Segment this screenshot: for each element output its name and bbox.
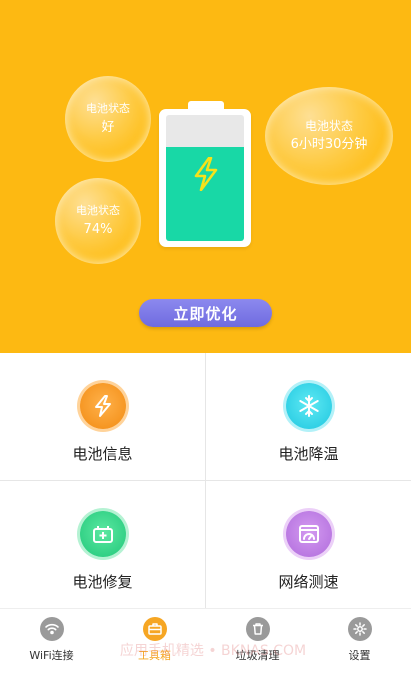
nav-item-toolbox[interactable]: 工具箱: [103, 617, 206, 669]
battery-percent-value: 74%: [83, 221, 113, 237]
optimize-now-button[interactable]: 立即优化: [139, 299, 272, 327]
speed-test-icon: [285, 511, 332, 557]
lightning-bolt-icon: [194, 157, 218, 191]
settings-icon: [347, 617, 372, 641]
tile-network-speed-test[interactable]: 网络测速: [206, 481, 411, 608]
tile-battery-info[interactable]: 电池信息: [0, 353, 205, 480]
nav-item-cleanup[interactable]: 垃圾清理: [206, 617, 309, 669]
battery-info-icon: [79, 383, 126, 429]
nav-label: 设置: [348, 649, 371, 662]
battery-empty-area: [166, 115, 244, 147]
battery-health-value: 好: [101, 119, 115, 135]
snowflake-icon: [285, 383, 332, 429]
tile-battery-repair[interactable]: 电池修复: [0, 481, 205, 608]
bubble-label: 电池状态: [76, 203, 120, 217]
nav-item-wifi[interactable]: WiFi连接: [0, 617, 103, 669]
nav-label: 工具箱: [138, 649, 171, 662]
battery-time-value: 6小时30分钟: [290, 136, 368, 152]
nav-label: 垃圾清理: [235, 649, 280, 662]
battery-health-bubble: 电池状态 好: [65, 76, 151, 162]
bubble-label: 电池状态: [304, 118, 353, 133]
bottom-navigation: WiFi连接 工具箱 垃圾清理 设置: [0, 608, 411, 673]
nav-label: WiFi连接: [29, 649, 74, 662]
battery-time-bubble: 电池状态 6小时30分钟: [265, 87, 393, 185]
tile-battery-cooling[interactable]: 电池降温: [206, 353, 411, 480]
app-screen: 电池状态 好 电池状态 74% 电池状态 6小时30分钟 立即优化 电池信息 电…: [0, 0, 411, 673]
tile-label: 电池降温: [278, 445, 339, 463]
tile-label: 电池信息: [72, 445, 133, 463]
tile-label: 网络测速: [278, 573, 339, 591]
toolbox-icon: [142, 617, 167, 641]
battery-repair-icon: [79, 511, 126, 557]
nav-item-settings[interactable]: 设置: [308, 617, 411, 669]
tile-label: 电池修复: [72, 573, 133, 591]
trash-icon: [245, 617, 270, 641]
bubble-label: 电池状态: [86, 101, 130, 115]
battery-percent-bubble: 电池状态 74%: [55, 178, 141, 264]
wifi-icon: [39, 617, 64, 641]
